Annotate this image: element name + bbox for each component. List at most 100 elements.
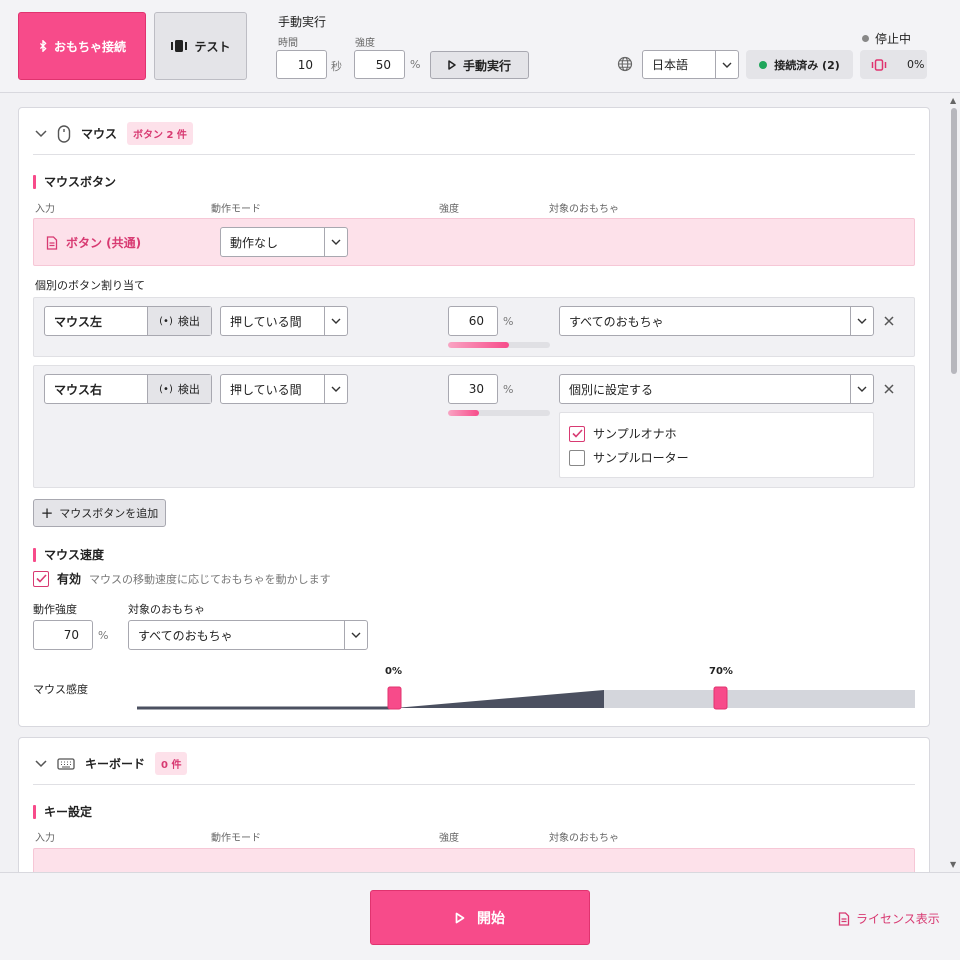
vibration-icon: [871, 58, 887, 71]
intensity-input[interactable]: 30: [448, 374, 498, 404]
detect-label: 検出: [177, 315, 200, 328]
manual-run-label: 手動実行: [462, 58, 511, 73]
speed-enabled-row[interactable]: 有効 マウスの移動速度に応じておもちゃを動かします: [33, 570, 331, 587]
scroll-up-icon[interactable]: ▲: [950, 96, 956, 105]
detect-label: 検出: [177, 383, 200, 396]
manual-intensity-label: 強度: [355, 38, 375, 49]
chevron-down-icon: [324, 375, 347, 403]
sensitivity-high-handle[interactable]: [713, 686, 728, 710]
intensity-unit: %: [503, 383, 514, 396]
test-button[interactable]: テスト: [154, 12, 247, 80]
close-icon[interactable]: [883, 383, 895, 395]
add-mouse-button[interactable]: + マウスボタンを追加: [33, 499, 166, 527]
chevron-down-icon: [715, 51, 738, 78]
shared-button-label: ボタン (共通): [66, 236, 142, 250]
mouse-icon: [57, 124, 71, 143]
chevron-down-icon: [324, 228, 347, 256]
chevron-down-icon[interactable]: [35, 129, 47, 138]
status-dot: [862, 35, 869, 42]
mouse-buttons-section-label: マウスボタン: [44, 175, 117, 189]
start-button[interactable]: 開始: [370, 890, 590, 945]
toy-name: サンプルオナホ: [593, 427, 677, 441]
license-link[interactable]: ライセンス表示: [838, 910, 940, 927]
chevron-down-icon: [344, 621, 367, 649]
shared-mode-select[interactable]: 動作なし: [220, 227, 348, 257]
scroll-down-icon[interactable]: ▼: [950, 860, 956, 869]
mouse-card-header[interactable]: マウス ボタン 2 件: [35, 122, 193, 145]
intensity-bar: [448, 410, 550, 416]
manual-intensity-unit: %: [410, 58, 421, 71]
vertical-scrollbar[interactable]: ▲ ▼: [948, 94, 960, 872]
toy-connect-button[interactable]: おもちゃ接続: [18, 12, 146, 80]
manual-run-title: 手動実行: [278, 15, 327, 29]
target-toy-select[interactable]: すべてのおもちゃ: [559, 306, 874, 336]
close-icon[interactable]: [883, 315, 895, 327]
chevron-down-icon[interactable]: [35, 759, 47, 768]
column-header-intensity: 強度: [439, 833, 459, 844]
target-toy-select[interactable]: 個別に設定する: [559, 374, 874, 404]
check-icon: [35, 574, 47, 583]
toy-checkbox-list: サンプルオナホ サンプルローター: [559, 412, 874, 478]
vibration-level-text: 0%: [907, 58, 925, 71]
top-bar: おもちゃ接続 テスト 手動実行 時間 10 秒 強度 50 % 手動実行 日本語…: [0, 0, 960, 93]
settings-scroll-area[interactable]: マウス ボタン 2 件 マウスボタン 入力 動作モード 強度 対象のおもちゃ ボ…: [0, 94, 960, 872]
speed-intensity-label: 動作強度: [33, 603, 77, 616]
toy-connect-label: おもちゃ接続: [53, 39, 126, 54]
test-label: テスト: [194, 39, 231, 54]
toy-checkbox-item[interactable]: サンプルオナホ: [569, 425, 677, 442]
document-icon: [46, 235, 58, 250]
speed-intensity-unit: %: [98, 629, 109, 642]
detect-button[interactable]: (•) 検出: [147, 307, 211, 335]
shared-mode-value: 動作なし: [230, 235, 279, 250]
connected-badge[interactable]: 接続済み (2): [746, 50, 853, 79]
manual-time-label: 時間: [278, 38, 298, 49]
speed-intensity-input[interactable]: 70: [33, 620, 93, 650]
speed-enabled-checkbox[interactable]: [33, 570, 49, 587]
sensitivity-curve-slider[interactable]: [137, 684, 917, 710]
detect-button[interactable]: (•) 検出: [147, 375, 211, 403]
target-toy-value: すべてのおもちゃ: [569, 314, 664, 329]
target-toy-value: 個別に設定する: [569, 382, 654, 397]
button-name-value: マウス左: [54, 314, 103, 329]
toy-checkbox-item[interactable]: サンプルローター: [569, 449, 689, 466]
button-name-input[interactable]: マウス右 (•) 検出: [44, 374, 212, 404]
checkbox-checked[interactable]: [569, 425, 585, 442]
speed-target-select[interactable]: すべてのおもちゃ: [128, 620, 368, 650]
mode-select[interactable]: 押している間: [220, 306, 348, 336]
play-icon: [448, 60, 456, 70]
section-accent-bar: [33, 174, 36, 189]
scrollbar-thumb[interactable]: [951, 108, 957, 374]
column-header-input: 入力: [35, 833, 55, 844]
manual-time-unit: 秒: [331, 60, 342, 73]
sensitivity-label: マウス感度: [33, 683, 88, 696]
sensitivity-curve-plateau: [604, 690, 915, 708]
chevron-down-icon: [324, 307, 347, 335]
bluetooth-icon: [39, 40, 47, 52]
radio-wave-icon: (•): [159, 315, 173, 327]
mode-select[interactable]: 押している間: [220, 374, 348, 404]
speed-enabled-label: 有効: [57, 572, 82, 586]
status-indicator: 停止中: [862, 30, 911, 47]
manual-run-button[interactable]: 手動実行: [430, 51, 529, 79]
button-name-value: マウス右: [54, 382, 103, 397]
sensitivity-low-handle[interactable]: [387, 686, 402, 710]
divider: [33, 154, 915, 155]
manual-intensity-input[interactable]: 50: [354, 50, 405, 79]
keyboard-count-badge: 0 件: [155, 752, 188, 775]
button-name-input[interactable]: マウス左 (•) 検出: [44, 306, 212, 336]
keyboard-card-header[interactable]: キーボード 0 件: [35, 752, 188, 775]
divider: [33, 784, 915, 785]
document-icon: [838, 911, 850, 926]
intensity-input[interactable]: 60: [448, 306, 498, 336]
shared-button-row: ボタン (共通) 動作なし: [33, 218, 915, 266]
shared-button-label-wrap: ボタン (共通): [46, 234, 141, 251]
individual-assign-label: 個別のボタン割り当て: [35, 279, 145, 292]
mouse-button-row: マウス右 (•) 検出 押している間 30 % 個別に設定する サンプルオナホ …: [33, 365, 915, 488]
language-select[interactable]: 日本語: [642, 50, 739, 79]
bottom-bar: 開始 ライセンス表示: [0, 872, 960, 960]
checkbox-unchecked[interactable]: [569, 449, 585, 466]
plus-icon: +: [40, 503, 54, 522]
mode-value: 押している間: [230, 382, 302, 397]
speed-target-label: 対象のおもちゃ: [128, 603, 205, 616]
manual-time-input[interactable]: 10: [276, 50, 327, 79]
